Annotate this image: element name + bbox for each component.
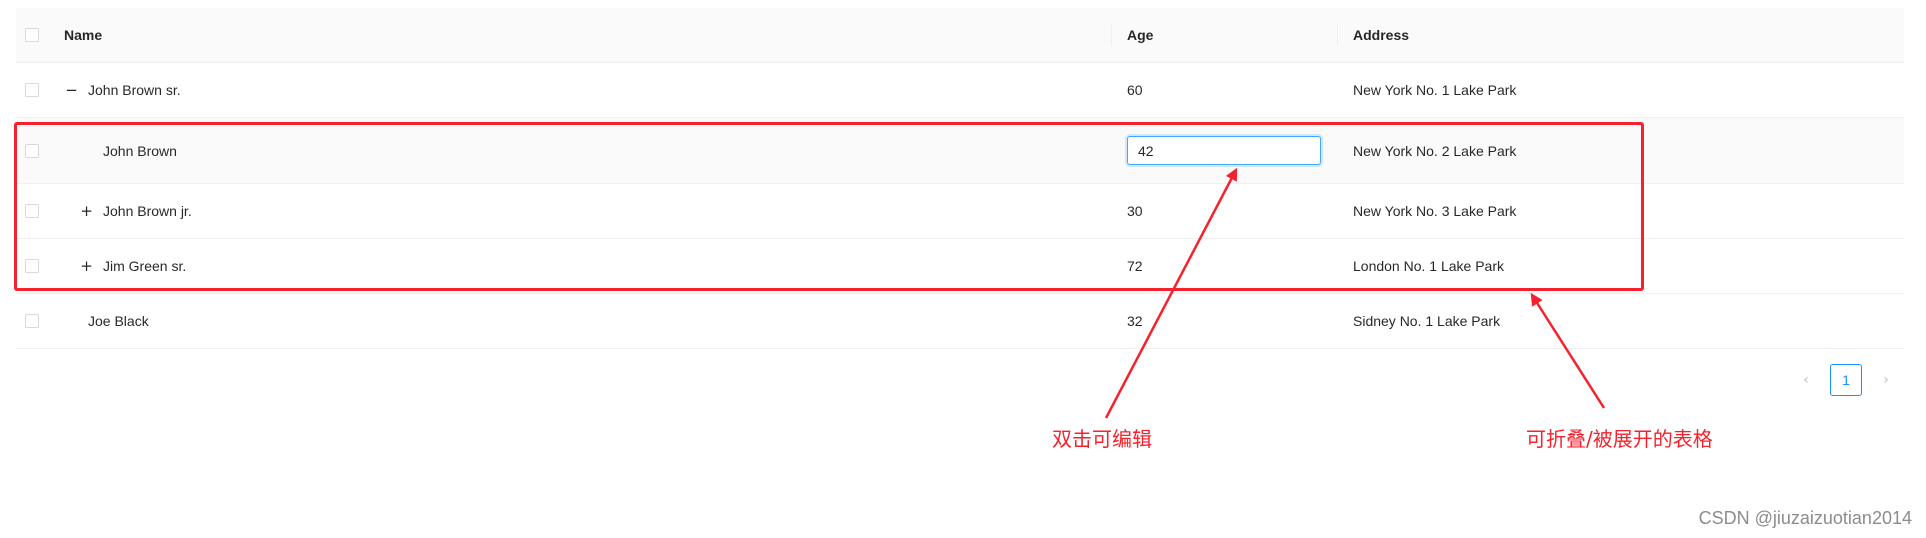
- row-checkbox[interactable]: [25, 314, 39, 328]
- table-row[interactable]: + John Brown jr. 30 New York No. 3 Lake …: [16, 184, 1904, 239]
- column-divider: [1337, 24, 1338, 46]
- page-number-button[interactable]: 1: [1830, 364, 1862, 396]
- row-select-cell: [16, 204, 64, 218]
- expand-row-icon[interactable]: +: [79, 258, 94, 274]
- row-checkbox[interactable]: [25, 204, 39, 218]
- select-all-checkbox[interactable]: [25, 28, 39, 42]
- age-cell[interactable]: 60: [1111, 82, 1337, 98]
- name-text: Joe Black: [88, 313, 149, 329]
- age-edit-input[interactable]: [1127, 136, 1321, 165]
- age-cell[interactable]: 32: [1111, 313, 1337, 329]
- table-row[interactable]: John Brown New York No. 2 Lake Park: [16, 118, 1904, 184]
- column-header-address[interactable]: Address: [1337, 27, 1904, 43]
- name-cell: + John Brown jr.: [64, 203, 1111, 219]
- name-text: John Brown jr.: [103, 203, 192, 219]
- table-row[interactable]: − John Brown sr. 60 New York No. 1 Lake …: [16, 63, 1904, 118]
- address-cell: London No. 1 Lake Park: [1353, 258, 1504, 274]
- row-checkbox[interactable]: [25, 83, 39, 97]
- watermark: CSDN @jiuzaizuotian2014: [1698, 508, 1912, 528]
- name-text: Jim Green sr.: [103, 258, 187, 274]
- table-header-row: Name Age Address: [16, 8, 1904, 63]
- age-cell: [1111, 136, 1337, 165]
- name-cell: Joe Black: [64, 313, 1111, 329]
- prev-page-icon[interactable]: ‹: [1790, 364, 1822, 396]
- column-header-name[interactable]: Name: [64, 27, 1111, 43]
- age-cell[interactable]: 30: [1111, 203, 1337, 219]
- address-cell: New York No. 1 Lake Park: [1353, 82, 1517, 98]
- header-select-all-cell: [16, 28, 64, 42]
- address-cell: New York No. 2 Lake Park: [1353, 142, 1517, 159]
- name-text: John Brown: [103, 142, 177, 159]
- collapse-annotation: 可折叠/被展开的表格: [1526, 427, 1713, 451]
- name-cell: John Brown: [64, 143, 1111, 159]
- row-indent-spacer: [79, 143, 94, 158]
- next-page-icon[interactable]: ›: [1870, 364, 1902, 396]
- row-select-cell: [16, 314, 64, 328]
- name-cell: + Jim Green sr.: [64, 258, 1111, 274]
- row-select-cell: [16, 143, 64, 158]
- expand-row-icon[interactable]: +: [79, 203, 94, 219]
- data-table: Name Age Address − John Brown sr. 60 New…: [16, 8, 1904, 349]
- name-cell: − John Brown sr.: [64, 82, 1111, 98]
- row-select-cell: [16, 83, 64, 97]
- age-cell[interactable]: 72: [1111, 258, 1337, 274]
- row-select-cell: [16, 259, 64, 273]
- column-divider: [1111, 24, 1112, 46]
- pagination: ‹ 1 ›: [1790, 364, 1902, 396]
- collapse-row-icon[interactable]: −: [64, 82, 79, 98]
- column-header-age[interactable]: Age: [1111, 27, 1337, 43]
- row-checkbox[interactable]: [25, 143, 39, 158]
- edit-annotation: 双击可编辑: [1052, 427, 1152, 451]
- address-cell: Sidney No. 1 Lake Park: [1353, 313, 1501, 329]
- row-checkbox[interactable]: [25, 259, 39, 273]
- row-indent-spacer: [64, 314, 79, 329]
- table-row[interactable]: Joe Black 32 Sidney No. 1 Lake Park: [16, 294, 1904, 349]
- name-text: John Brown sr.: [88, 82, 181, 98]
- address-cell: New York No. 3 Lake Park: [1353, 203, 1517, 219]
- table-row[interactable]: + Jim Green sr. 72 London No. 1 Lake Par…: [16, 239, 1904, 294]
